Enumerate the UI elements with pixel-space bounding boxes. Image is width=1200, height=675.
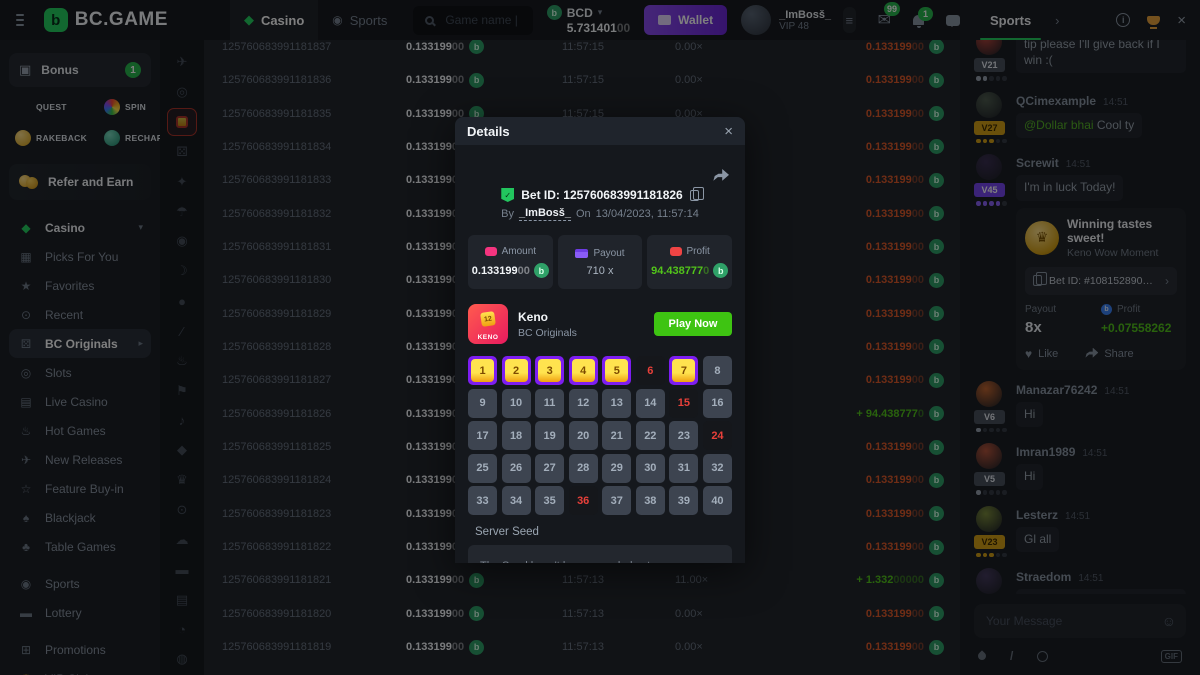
- keno-game-icon: 12 KENO: [468, 304, 508, 344]
- coin-icon: b: [534, 263, 549, 278]
- stat-value: 0.13319900 b: [472, 263, 549, 278]
- copy-icon[interactable]: [690, 190, 699, 201]
- keno-number-37: 37: [602, 486, 631, 515]
- keno-hit-tile: 1: [471, 359, 494, 382]
- keno-tile-label: KENO: [468, 334, 508, 341]
- play-now-button[interactable]: Play Now: [654, 312, 732, 336]
- keno-number-12: 12: [569, 389, 598, 418]
- keno-number-9: 9: [468, 389, 497, 418]
- payout-icon: [575, 249, 588, 258]
- keno-hit-tile: 4: [572, 359, 595, 382]
- stat-label-row: Payout: [575, 248, 624, 259]
- share-icon[interactable]: [712, 169, 729, 188]
- keno-number-14: 14: [636, 389, 665, 418]
- bet-id-row: ✓ Bet ID: 125760683991181826: [455, 188, 745, 202]
- app: b BC.GAME ◆ Casino ◉ Sports b BCD ▾ 5.73…: [0, 0, 1200, 675]
- stat-label-row: Profit: [670, 246, 710, 257]
- keno-number-10: 10: [502, 389, 531, 418]
- keno-number-29: 29: [602, 454, 631, 483]
- modal-title: Details: [467, 124, 724, 139]
- keno-number-21: 21: [602, 421, 631, 450]
- modal-header: Details ×: [455, 117, 745, 145]
- bet-datetime: 13/04/2023, 11:57:14: [596, 208, 699, 220]
- stat-label: Profit: [687, 246, 710, 257]
- keno-number-4: 4: [569, 356, 598, 385]
- keno-number-20: 20: [569, 421, 598, 450]
- keno-hit-tile: 5: [605, 359, 628, 382]
- bet-stats: Amount 0.13319900 b Payout 710 x Profit 94.438…: [468, 235, 732, 289]
- keno-hit-tile: 7: [672, 359, 695, 382]
- keno-number-27: 27: [535, 454, 564, 483]
- on-label: On: [576, 208, 591, 220]
- keno-number-1: 1: [468, 356, 497, 385]
- by-label: By: [501, 208, 514, 220]
- stat-label-row: Amount: [485, 246, 536, 257]
- stat-label: Amount: [502, 246, 536, 257]
- keno-number-35: 35: [535, 486, 564, 515]
- keno-number-30: 30: [636, 454, 665, 483]
- stat-card-amount: Amount 0.13319900 b: [468, 235, 553, 289]
- keno-number-40: 40: [703, 486, 732, 515]
- amount-icon: [485, 247, 497, 256]
- keno-number-33: 33: [468, 486, 497, 515]
- keno-number-17: 17: [468, 421, 497, 450]
- keno-number-38: 38: [636, 486, 665, 515]
- keno-number-15: 15: [669, 389, 698, 418]
- keno-hit-tile: 3: [538, 359, 561, 382]
- keno-number-22: 22: [636, 421, 665, 450]
- game-name: Keno: [518, 310, 577, 324]
- stat-card-payout: Payout 710 x: [558, 235, 643, 289]
- keno-number-8: 8: [703, 356, 732, 385]
- verified-shield-icon: ✓: [501, 188, 514, 202]
- bet-byline: By _ImBosš_ On 13/04/2023, 11:57:14: [455, 207, 745, 221]
- bettor-name[interactable]: _ImBosš_: [519, 207, 571, 221]
- keno-number-18: 18: [502, 421, 531, 450]
- stat-label: Payout: [593, 248, 624, 259]
- stat-card-profit: Profit 94.4387770 b: [647, 235, 732, 289]
- coin-icon: b: [713, 263, 728, 278]
- keno-number-16: 16: [703, 389, 732, 418]
- keno-number-5: 5: [602, 356, 631, 385]
- game-provider: BC Originals: [518, 327, 577, 339]
- keno-number-36: 36: [569, 486, 598, 515]
- stat-value: 94.4387770 b: [651, 263, 728, 278]
- keno-hit-tile: 2: [505, 359, 528, 382]
- keno-number-13: 13: [602, 389, 631, 418]
- keno-number-23: 23: [669, 421, 698, 450]
- keno-number-26: 26: [502, 454, 531, 483]
- bet-details-modal: Details × ✓ Bet ID: 125760683991181826 B…: [455, 117, 745, 563]
- stat-value-text: 0.13319900: [472, 265, 530, 277]
- bet-id-text: Bet ID: 125760683991181826: [521, 188, 682, 202]
- keno-number-grid: 1234567891011121314151617181920212223242…: [468, 356, 732, 515]
- keno-number-6: 6: [636, 356, 665, 385]
- keno-number-3: 3: [535, 356, 564, 385]
- modal-close-icon[interactable]: ×: [724, 123, 733, 140]
- keno-number-24: 24: [703, 421, 732, 450]
- keno-number-2: 2: [502, 356, 531, 385]
- keno-number-19: 19: [535, 421, 564, 450]
- keno-tile-number: 12: [480, 311, 496, 327]
- profit-icon: [670, 247, 682, 256]
- stat-value-text: 710 x: [587, 265, 614, 277]
- server-seed-value: The Seed hasn't been revealed yet: [468, 545, 732, 563]
- game-row: 12 KENO Keno BC Originals Play Now: [468, 303, 732, 345]
- stat-value: 710 x: [587, 265, 614, 277]
- keno-number-28: 28: [569, 454, 598, 483]
- keno-number-25: 25: [468, 454, 497, 483]
- stat-value-text: 94.4387770: [651, 265, 709, 277]
- server-seed-label: Server Seed: [475, 526, 539, 538]
- keno-number-32: 32: [703, 454, 732, 483]
- keno-number-39: 39: [669, 486, 698, 515]
- keno-number-11: 11: [535, 389, 564, 418]
- keno-number-7: 7: [669, 356, 698, 385]
- keno-number-31: 31: [669, 454, 698, 483]
- keno-number-34: 34: [502, 486, 531, 515]
